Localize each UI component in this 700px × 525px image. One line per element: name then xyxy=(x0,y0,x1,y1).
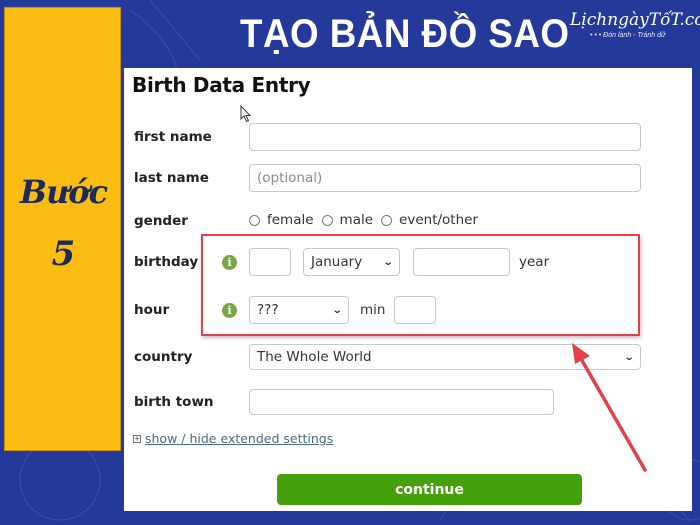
radio-button[interactable] xyxy=(321,214,333,226)
logo-tagline: • • • Đón lành - Tránh dữ xyxy=(590,32,666,39)
birth-town-label: birth town xyxy=(134,394,214,410)
first-name-label: first name xyxy=(134,129,212,145)
extended-settings-link[interactable]: show / hide extended settings xyxy=(145,431,333,446)
last-name-label: last name xyxy=(134,170,209,186)
form-title: Birth Data Entry xyxy=(132,73,311,97)
country-selected-value: The Whole World xyxy=(257,349,372,365)
radio-button[interactable] xyxy=(249,214,260,226)
gender-option-label: male xyxy=(339,212,374,228)
gender-label: gender xyxy=(134,213,188,229)
site-logo: LịchngàyTốT.com • • • Đón lành - Tránh d… xyxy=(570,10,700,50)
step-panel: Bước 5 xyxy=(4,7,121,451)
hour-label: hour xyxy=(134,302,170,318)
extended-settings-toggle[interactable]: + show / hide extended settings xyxy=(133,431,333,446)
gender-option-event-other[interactable]: event/other xyxy=(381,212,478,228)
gender-option-female[interactable]: female xyxy=(249,212,314,228)
gender-radio-group: female male event/other xyxy=(249,212,480,228)
gender-option-label: female xyxy=(267,212,314,228)
chevron-down-icon: ⌄ xyxy=(623,351,635,363)
country-select[interactable]: The Whole World ⌄ xyxy=(249,344,641,370)
expand-plus-icon[interactable]: + xyxy=(133,434,141,443)
gender-option-male[interactable]: male xyxy=(321,212,374,228)
country-label: country xyxy=(134,349,193,365)
radio-button[interactable] xyxy=(381,214,393,226)
highlight-annotation-box xyxy=(201,234,640,336)
birth-town-input[interactable] xyxy=(249,389,554,415)
last-name-input[interactable]: (optional) xyxy=(249,164,641,192)
gender-option-label: event/other xyxy=(399,212,478,228)
step-number: 5 xyxy=(51,234,76,274)
banner-title: TẠO BẢN ĐỒ SAO xyxy=(240,12,570,56)
first-name-input[interactable] xyxy=(249,123,641,151)
continue-button[interactable]: continue xyxy=(277,474,582,505)
birthday-label: birthday xyxy=(134,254,199,270)
mouse-cursor-icon xyxy=(240,105,252,123)
step-word: Bước xyxy=(19,173,108,211)
logo-text: LịchngàyTốT.com xyxy=(570,10,700,30)
